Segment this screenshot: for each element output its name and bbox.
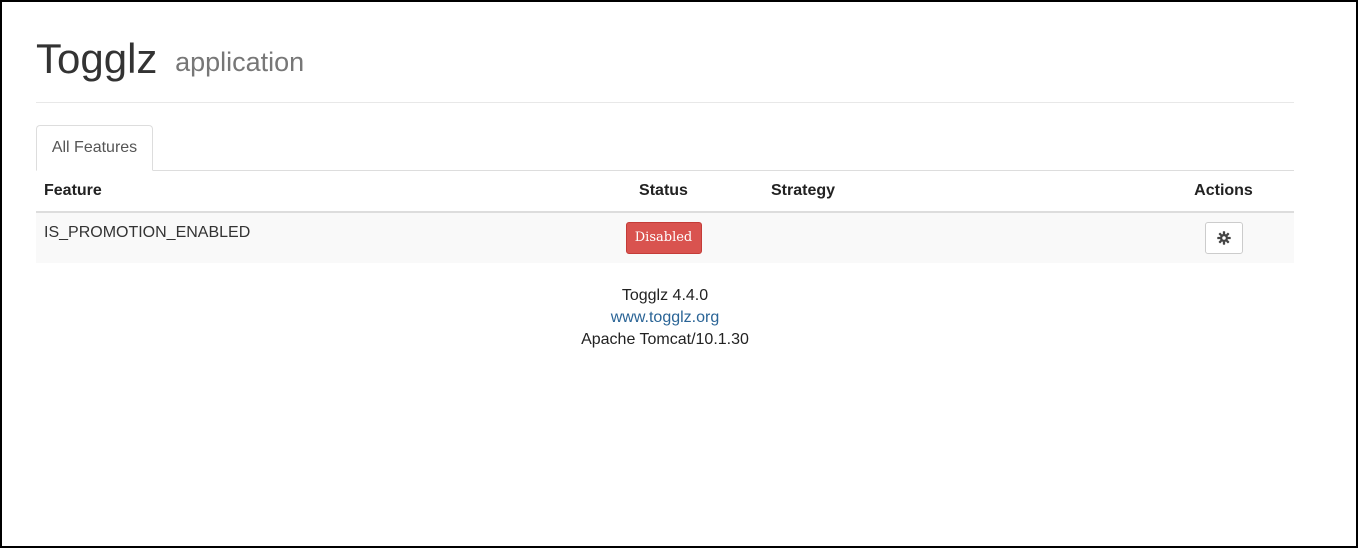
edit-feature-button[interactable] [1204, 222, 1243, 254]
strategy-cell [721, 212, 1121, 263]
app-subtitle: application [175, 47, 305, 77]
table-header-row: Feature Status Strategy Actions [36, 171, 1294, 213]
togglz-website-link[interactable]: www.togglz.org [611, 309, 720, 326]
column-header-strategy: Strategy [721, 171, 1121, 213]
main-container: Togglz application All Features Feature … [36, 2, 1294, 351]
gear-icon [1216, 231, 1231, 245]
column-header-feature: Feature [36, 171, 606, 213]
page-title: Togglz application [36, 36, 1294, 87]
status-cell: Disabled [606, 212, 721, 263]
column-header-actions: Actions [1121, 171, 1294, 213]
tab-bar: All Features [36, 125, 1294, 171]
actions-cell [1121, 212, 1294, 263]
app-window: Togglz application All Features Feature … [0, 0, 1358, 548]
footer: Togglz 4.4.0 www.togglz.org Apache Tomca… [36, 285, 1294, 351]
server-info-text: Apache Tomcat/10.1.30 [581, 331, 749, 348]
tab-all-features[interactable]: All Features [36, 125, 153, 171]
status-toggle-button[interactable]: Disabled [625, 222, 702, 254]
feature-name: IS_PROMOTION_ENABLED [44, 224, 251, 241]
feature-cell: IS_PROMOTION_ENABLED [36, 212, 606, 263]
features-table: Feature Status Strategy Actions IS_PROMO… [36, 171, 1294, 263]
version-text: Togglz 4.4.0 [621, 287, 709, 304]
table-row: IS_PROMOTION_ENABLED Disabled [36, 212, 1294, 263]
app-title: Togglz [36, 35, 158, 82]
page-header: Togglz application [36, 2, 1294, 103]
column-header-status: Status [606, 171, 721, 213]
